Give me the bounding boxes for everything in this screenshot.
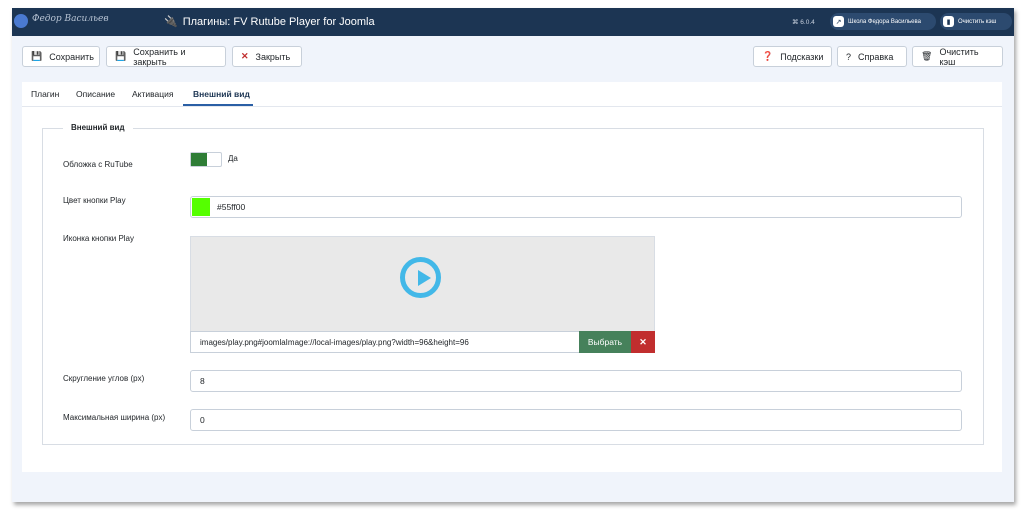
version-label: ⌘ 6.0.4 bbox=[792, 19, 815, 26]
header-clear-cache-button[interactable]: ▮ Очистить кэш bbox=[940, 13, 1012, 30]
play-color-value: #55ff00 bbox=[217, 202, 246, 212]
save-button[interactable]: 💾 Сохранить bbox=[22, 46, 100, 67]
play-icon-label: Иконка кнопки Play bbox=[63, 234, 135, 243]
select-image-button[interactable]: Выбрать bbox=[579, 331, 631, 353]
trash-icon: ▮ bbox=[943, 16, 954, 27]
logo[interactable]: Федор Васильев bbox=[14, 12, 134, 32]
plug-icon: 🔌 bbox=[164, 16, 178, 28]
close-button-label: Закрыть bbox=[255, 51, 291, 62]
clear-cache-button-label: Очистить кэш bbox=[939, 46, 979, 67]
max-width-label: Максимальная ширина (px) bbox=[63, 413, 166, 422]
logo-text: Федор Васильев bbox=[32, 14, 109, 24]
tab-plugin[interactable]: Плагин bbox=[31, 89, 59, 99]
floppy-icon: 💾 bbox=[115, 51, 127, 61]
page-title-text: Плагины: FV Rutube Player for Joomla bbox=[182, 16, 375, 28]
app-window: Федор Васильев 🔌 Плагины: FV Rutube Playe… bbox=[12, 8, 1014, 502]
play-icon-path-field[interactable]: images/play.png#joomlaImage://local-imag… bbox=[190, 331, 580, 353]
floppy-icon: 💾 bbox=[31, 51, 43, 61]
tab-activation[interactable]: Активация bbox=[132, 89, 174, 99]
x-icon: ✕ bbox=[241, 51, 249, 61]
fieldset-legend: Внешний вид bbox=[63, 123, 133, 132]
radius-field[interactable]: 8 bbox=[190, 370, 962, 392]
cover-toggle[interactable] bbox=[190, 152, 222, 167]
radius-value: 8 bbox=[200, 376, 205, 386]
max-width-value: 0 bbox=[200, 415, 205, 425]
external-link-icon: ↗ bbox=[833, 16, 844, 27]
page-title: 🔌 Плагины: FV Rutube Player for Joomla bbox=[164, 15, 375, 28]
select-image-label: Выбрать bbox=[587, 337, 623, 347]
question-circle-icon: ❓ bbox=[762, 51, 774, 61]
content-panel: Плагин Описание Активация Внешний вид Вн… bbox=[22, 82, 1002, 472]
tips-button-label: Подсказки bbox=[780, 51, 824, 62]
joomla-logo-icon bbox=[14, 14, 28, 28]
header-clear-cache-label: Очистить кэш bbox=[958, 18, 997, 25]
play-icon-path-value: images/play.png#joomlaImage://local-imag… bbox=[200, 337, 469, 347]
clear-cache-button[interactable]: 🗑 Очистить кэш bbox=[912, 46, 1003, 67]
color-swatch[interactable] bbox=[192, 198, 210, 216]
active-tab-indicator bbox=[183, 104, 253, 106]
site-button-label: Школа Федора Васильева bbox=[848, 18, 921, 25]
toolbar: 💾 Сохранить 💾 Сохранить и закрыть ✕ Закр… bbox=[12, 36, 1014, 76]
save-button-label: Сохранить bbox=[49, 51, 94, 62]
close-icon: ✕ bbox=[639, 336, 647, 347]
help-button[interactable]: ? Справка bbox=[837, 46, 907, 67]
cover-label: Обложка с RuTube bbox=[63, 160, 133, 169]
radius-label: Скругление углов (px) bbox=[63, 374, 145, 383]
toggle-on-indicator bbox=[191, 153, 207, 166]
max-width-field[interactable]: 0 bbox=[190, 409, 962, 431]
save-close-button[interactable]: 💾 Сохранить и закрыть bbox=[106, 46, 226, 67]
save-close-button-label: Сохранить и закрыть bbox=[133, 46, 186, 67]
play-icon bbox=[400, 257, 441, 298]
appearance-fieldset: Внешний вид Обложка с RuTube Да Цвет кно… bbox=[42, 123, 984, 445]
header-bar: Федор Васильев 🔌 Плагины: FV Rutube Playe… bbox=[12, 8, 1014, 36]
help-button-label: Справка bbox=[858, 51, 894, 62]
tab-description[interactable]: Описание bbox=[76, 89, 115, 99]
clear-image-button[interactable]: ✕ bbox=[631, 331, 655, 353]
trash-icon: 🗑 bbox=[921, 51, 933, 61]
tab-bar: Плагин Описание Активация Внешний вид bbox=[22, 82, 1002, 107]
tips-button[interactable]: ❓ Подсказки bbox=[753, 46, 832, 67]
question-icon: ? bbox=[846, 51, 852, 62]
play-color-label: Цвет кнопки Play bbox=[63, 196, 126, 205]
close-button[interactable]: ✕ Закрыть bbox=[232, 46, 302, 67]
site-button[interactable]: ↗ Школа Федора Васильева bbox=[830, 13, 936, 30]
tab-appearance[interactable]: Внешний вид bbox=[193, 89, 250, 99]
play-color-field[interactable]: #55ff00 bbox=[190, 196, 962, 218]
cover-toggle-value: Да bbox=[228, 154, 238, 163]
